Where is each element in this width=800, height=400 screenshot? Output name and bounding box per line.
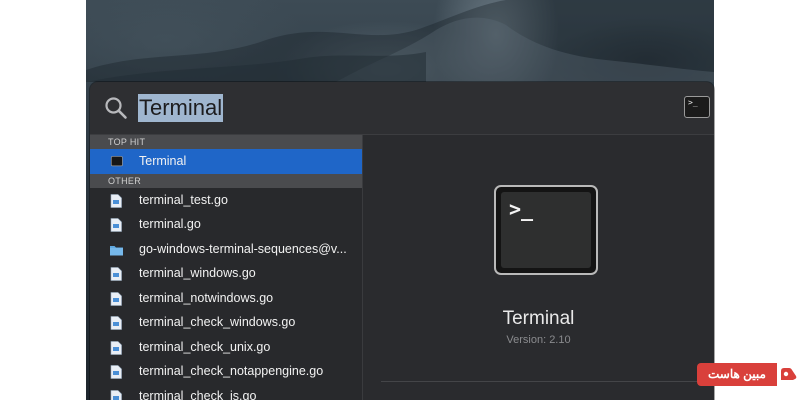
preview-app-version: Version: 2.10 xyxy=(506,334,571,346)
document-icon xyxy=(110,267,122,281)
watermark-text: مبین هاست xyxy=(708,367,766,381)
section-header-top-hit: TOP HIT xyxy=(90,135,362,149)
document-icon xyxy=(110,340,122,355)
result-label: Terminal xyxy=(139,154,187,168)
watermark-logo-icon xyxy=(777,363,800,386)
document-icon xyxy=(110,291,122,306)
preview-app-name: Terminal xyxy=(502,308,575,329)
result-item[interactable]: terminal_test.go xyxy=(90,188,362,213)
spotlight-window: Terminal >_ TOP HIT Terminal OTHER termi… xyxy=(90,82,714,400)
result-item[interactable]: terminal_check_js.go xyxy=(90,384,362,400)
result-item[interactable]: go-windows-terminal-sequences@v... xyxy=(90,237,362,262)
search-input[interactable]: Terminal xyxy=(138,94,224,122)
result-label: terminal_check_unix.go xyxy=(139,339,271,354)
terminal-app-icon-small[interactable]: >_ xyxy=(684,96,710,118)
result-label: terminal_windows.go xyxy=(139,266,256,280)
document-icon xyxy=(110,365,122,379)
watermark-badge: مبین هاست xyxy=(697,363,800,386)
document-icon xyxy=(110,389,122,400)
result-item[interactable]: terminal_check_windows.go xyxy=(90,310,362,335)
document-icon xyxy=(110,218,122,232)
result-item[interactable]: terminal_notwindows.go xyxy=(90,286,362,311)
document-icon xyxy=(110,316,122,330)
folder-icon xyxy=(110,245,123,255)
terminal-app-icon-large[interactable]: >_ xyxy=(494,185,598,275)
document-icon xyxy=(110,193,122,208)
divider xyxy=(381,381,714,382)
preview-pane: >_ Terminal Version: 2.10 xyxy=(363,135,714,400)
result-label: terminal_check_windows.go xyxy=(139,315,296,329)
result-item[interactable]: terminal_check_notappengine.go xyxy=(90,359,362,384)
screen: Terminal >_ TOP HIT Terminal OTHER termi… xyxy=(0,0,800,400)
search-icon xyxy=(105,97,127,119)
result-label: terminal_notwindows.go xyxy=(139,290,274,305)
terminal-prompt-glyph: >_ xyxy=(509,197,534,221)
terminal-prompt-glyph: >_ xyxy=(688,98,698,107)
result-label: terminal_check_js.go xyxy=(139,388,257,400)
result-item[interactable]: terminal_windows.go xyxy=(90,261,362,286)
search-bar: Terminal >_ xyxy=(90,82,714,135)
result-label: terminal_check_notappengine.go xyxy=(139,364,324,378)
section-header-other: OTHER xyxy=(90,173,362,188)
result-label: terminal_test.go xyxy=(139,192,228,207)
result-label: terminal.go xyxy=(139,217,201,231)
result-item[interactable]: terminal.go xyxy=(90,212,362,237)
terminal-app-icon xyxy=(110,156,123,167)
result-item[interactable]: terminal_check_unix.go xyxy=(90,335,362,360)
watermark-box: مبین هاست xyxy=(697,363,777,386)
result-top-hit-terminal[interactable]: Terminal xyxy=(90,149,362,174)
result-label: go-windows-terminal-sequences@v... xyxy=(139,241,347,256)
results-list: TOP HIT Terminal OTHER terminal_test.go … xyxy=(90,135,363,400)
